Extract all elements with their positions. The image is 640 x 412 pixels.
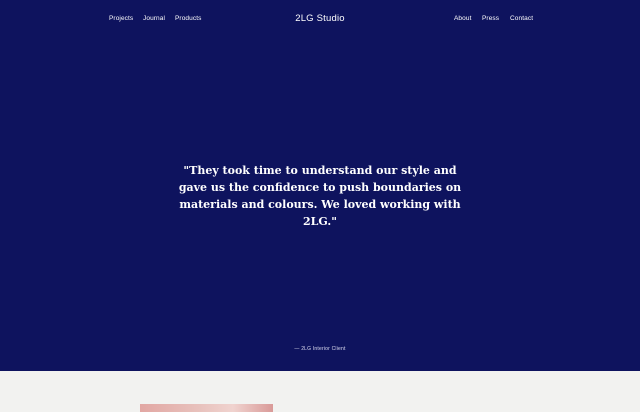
next-section	[0, 371, 640, 412]
site-logo[interactable]: 2LG Studio	[0, 13, 640, 24]
testimonial-hero: Projects Journal Products 2LG Studio Abo…	[0, 0, 640, 371]
testimonial-quote: "They took time to understand our style …	[178, 164, 462, 228]
nav-link-about[interactable]: About	[454, 15, 472, 22]
testimonial-attribution: — 2LG Interior Client	[294, 346, 346, 352]
nav-link-contact[interactable]: Contact	[510, 15, 533, 22]
project-thumbnail-image[interactable]	[140, 404, 273, 412]
nav-link-press[interactable]: Press	[482, 15, 499, 22]
